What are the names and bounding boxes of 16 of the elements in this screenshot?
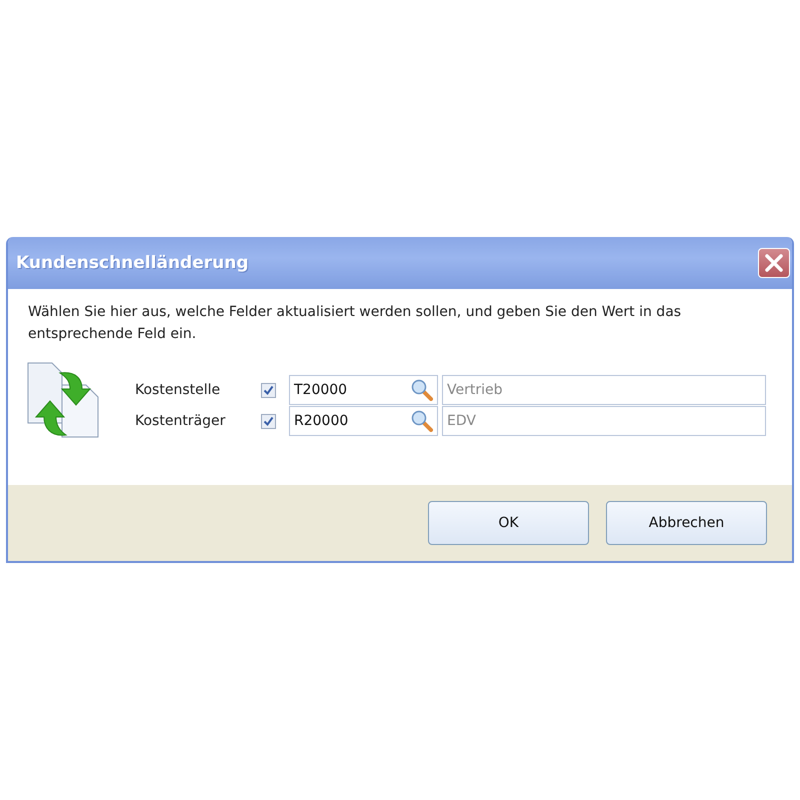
code-field[interactable]: R20000: [289, 406, 438, 436]
dialog-button[interactable]: OK: [428, 501, 589, 545]
window-title: Kundenschnelländerung: [16, 253, 248, 273]
search-icon[interactable]: [411, 379, 433, 401]
field-label: Kostenträger: [135, 413, 226, 429]
dialog-button[interactable]: Abbrechen: [606, 501, 767, 545]
code-field[interactable]: T20000: [289, 375, 438, 405]
instruction-text: Wählen Sie hier aus, welche Felder aktualisiert werden sollen, und geben Sie den Wert in das entsprechende Feld ein.: [28, 303, 682, 344]
description-field: EDV: [442, 406, 766, 436]
close-button[interactable]: [758, 248, 790, 278]
checkbox[interactable]: [261, 414, 276, 428]
checkbox[interactable]: [261, 382, 276, 398]
search-icon[interactable]: [411, 410, 433, 432]
field-label: Kostenstelle: [135, 382, 222, 398]
description-field: Vertrieb: [442, 375, 766, 405]
close-icon: [764, 253, 784, 273]
